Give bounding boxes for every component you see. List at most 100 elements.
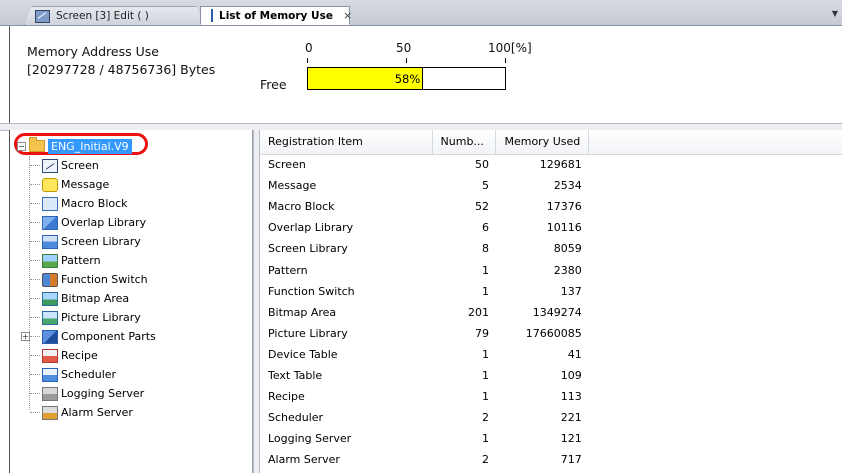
tab-memory-label: List of Memory Use <box>219 9 333 22</box>
column-header-number[interactable]: Numb... <box>432 130 497 155</box>
tree-connector <box>30 184 40 185</box>
table-row[interactable]: Macro Block 52 17376 <box>260 196 842 217</box>
cell-filler <box>589 344 842 365</box>
tree-item-bitmap-area[interactable]: Bitmap Area <box>30 289 129 308</box>
scale-label-0: 0 <box>305 41 313 55</box>
column-header-registration-item[interactable]: Registration Item <box>260 130 433 155</box>
tree-connector <box>30 412 40 413</box>
tree-item-logging-server[interactable]: Logging Server <box>30 384 144 403</box>
tab-list-of-memory-use[interactable]: List of Memory Use × <box>200 6 352 25</box>
table-row[interactable]: Scheduler 2 221 <box>260 407 842 428</box>
scale-tick <box>406 58 407 63</box>
table-row[interactable]: Alarm Server 2 717 <box>260 449 842 470</box>
column-header-filler <box>588 130 842 155</box>
table-row[interactable]: Logging Server 1 121 <box>260 428 842 449</box>
tree-item-recipe[interactable]: Recipe <box>30 346 98 365</box>
vertical-splitter[interactable] <box>253 130 260 473</box>
tree-connector <box>30 298 40 299</box>
cell-memory-used: 121 <box>560 432 582 446</box>
memory-list-icon <box>211 9 213 22</box>
tree-item-label: Component Parts <box>61 330 156 343</box>
tree-connector <box>30 355 40 356</box>
cell-number: 5 <box>481 179 489 193</box>
tree-item-message[interactable]: Message <box>30 175 109 194</box>
cell-registration-item: Screen Library <box>268 242 348 256</box>
scale-label-100: 100[%] <box>488 41 532 55</box>
tree-item-function-switch[interactable]: Function Switch <box>30 270 148 289</box>
cell-registration-item: Overlap Library <box>268 221 354 235</box>
table-row[interactable]: Overlap Library 6 10116 <box>260 217 842 238</box>
cell-filler <box>589 365 842 386</box>
tree-connector <box>30 374 40 375</box>
memory-summary-panel: Memory Address Use [20297728 / 48756736]… <box>9 26 842 123</box>
cell-number: 1 <box>481 263 489 277</box>
table-row[interactable]: Recipe 1 113 <box>260 386 842 407</box>
cell-memory-used: 41 <box>567 347 582 361</box>
table-row[interactable]: Bitmap Area 201 1349274 <box>260 302 842 323</box>
tree-item-screen[interactable]: Screen <box>30 156 99 175</box>
table-row[interactable]: Screen 50 129681 <box>260 154 842 175</box>
cell-registration-item: Text Table <box>268 368 323 382</box>
cell-filler <box>589 449 842 470</box>
cell-memory-used: 717 <box>560 453 582 467</box>
column-header-memory-used[interactable]: Memory Used <box>495 130 590 155</box>
table-row[interactable]: Message 5 2534 <box>260 175 842 196</box>
table-row[interactable]: Function Switch 1 137 <box>260 281 842 302</box>
memory-use-table-panel: Registration Item Numb... Memory Used Sc… <box>260 130 842 473</box>
function-switch-icon <box>42 272 58 287</box>
scale-tick <box>505 58 506 63</box>
cell-filler <box>589 407 842 428</box>
cell-filler <box>589 323 842 344</box>
table-row[interactable]: Device Table 1 41 <box>260 344 842 365</box>
tree-item-component-parts[interactable]: + Component Parts <box>21 327 156 346</box>
picture-library-icon <box>42 310 58 325</box>
cell-registration-item: Message <box>268 179 317 193</box>
cell-registration-item: Alarm Server <box>268 453 340 467</box>
cell-number: 1 <box>481 390 489 404</box>
tree-connector <box>30 279 40 280</box>
cell-number: 2 <box>481 453 489 467</box>
tab-screen-edit-label: Screen [3] Edit ( ) <box>56 10 149 22</box>
expand-icon[interactable]: + <box>21 332 30 341</box>
overlap-library-icon <box>42 215 58 230</box>
table-row[interactable]: Pattern 1 2380 <box>260 259 842 280</box>
cell-number: 1 <box>481 432 489 446</box>
close-tab-icon[interactable]: × <box>343 9 352 22</box>
tab-screen-edit[interactable]: Screen [3] Edit ( ) <box>24 6 204 25</box>
logging-server-icon <box>42 386 58 401</box>
document-tab-bar: Screen [3] Edit ( ) List of Memory Use ×… <box>0 0 842 26</box>
tree-item-picture-library[interactable]: Picture Library <box>30 308 141 327</box>
tree-root-node[interactable]: − ENG_Initial.V9 <box>17 137 132 155</box>
tree-item-alarm-server[interactable]: Alarm Server <box>30 403 133 422</box>
cell-filler <box>589 386 842 407</box>
memory-bytes-value: [20297728 / 48756736] Bytes <box>27 62 216 77</box>
screen-library-icon <box>42 234 58 249</box>
cell-number: 6 <box>481 221 489 235</box>
table-row[interactable]: Screen Library 8 8059 <box>260 238 842 259</box>
table-row[interactable]: Text Table 1 109 <box>260 365 842 386</box>
tree-item-pattern[interactable]: Pattern <box>30 251 101 270</box>
tree-item-label: Bitmap Area <box>61 292 130 305</box>
cell-number: 8 <box>481 242 489 256</box>
scale-tick <box>307 58 308 63</box>
cell-memory-used: 129681 <box>539 158 582 172</box>
tree-item-overlap-library[interactable]: Overlap Library <box>30 213 146 232</box>
tree-item-label: Picture Library <box>61 311 141 324</box>
table-row[interactable]: Picture Library 79 17660085 <box>260 323 842 344</box>
cell-memory-used: 17660085 <box>525 326 582 340</box>
scheduler-icon <box>42 367 58 382</box>
tree-item-screen-library[interactable]: Screen Library <box>30 232 141 251</box>
cell-filler <box>589 238 842 259</box>
cell-memory-used: 109 <box>560 368 582 382</box>
cell-memory-used: 1349274 <box>532 305 582 319</box>
collapse-icon[interactable]: − <box>17 141 26 151</box>
tree-connector <box>30 336 40 337</box>
table-header-row: Registration Item Numb... Memory Used <box>260 130 842 155</box>
free-memory-bar-fill: 58% <box>308 68 424 89</box>
tree-item-label: Recipe <box>61 349 98 362</box>
cell-registration-item: Pattern <box>268 263 308 277</box>
tree-item-macro-block[interactable]: Macro Block <box>30 194 128 213</box>
tab-list-dropdown-icon[interactable]: ▼ <box>832 9 838 18</box>
tree-item-scheduler[interactable]: Scheduler <box>30 365 116 384</box>
cell-registration-item: Macro Block <box>268 200 335 214</box>
